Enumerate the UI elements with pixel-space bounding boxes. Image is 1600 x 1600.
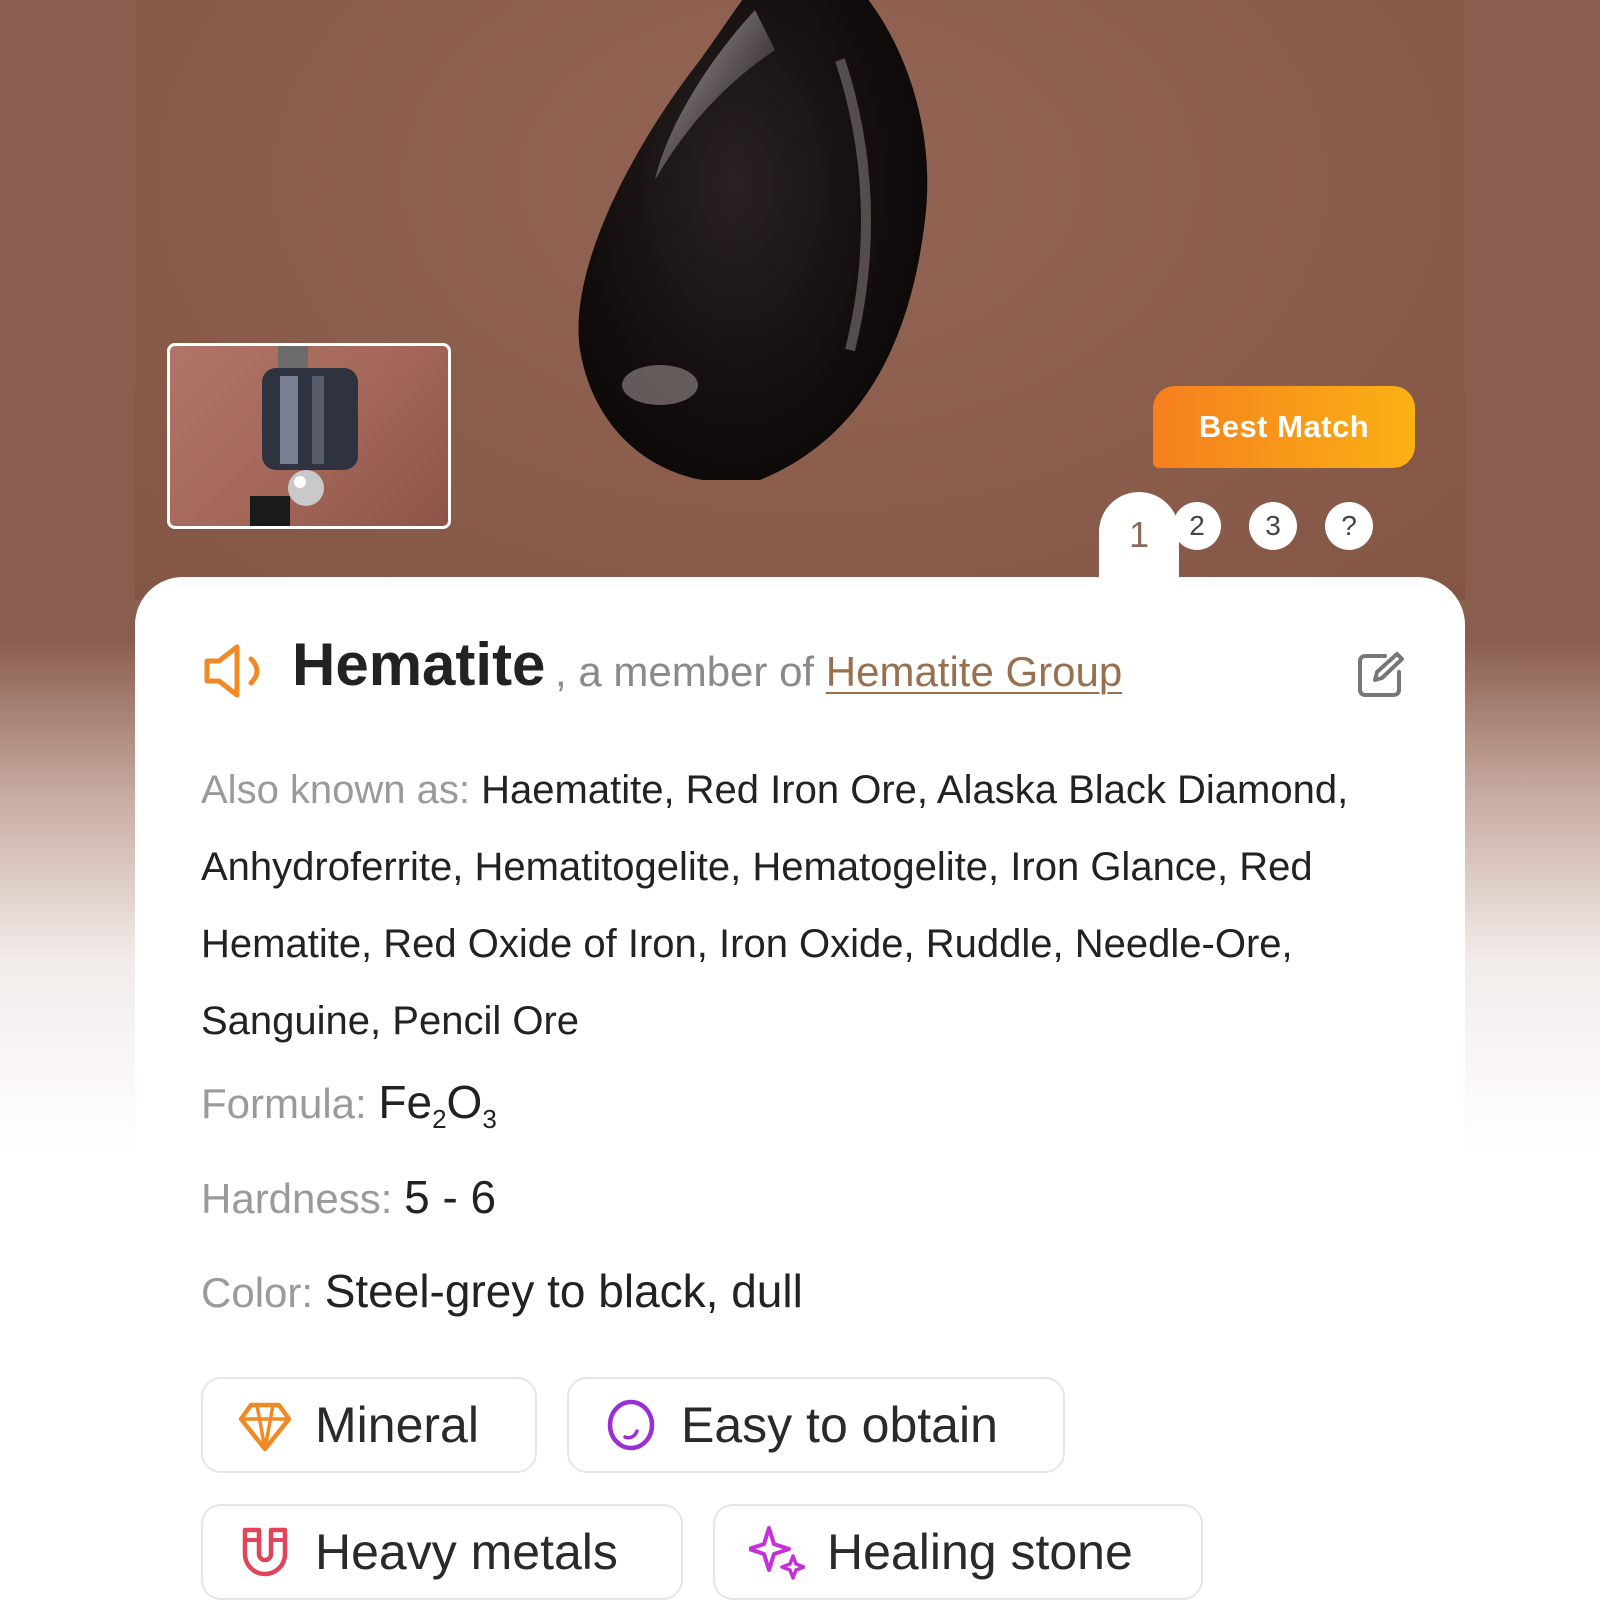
hematite-stone-image (578, 0, 928, 480)
hardness-value: 5 - 6 (404, 1171, 497, 1223)
uploaded-photo-thumbnail[interactable] (167, 343, 451, 529)
member-prefix: , a member of (555, 648, 826, 695)
page-2-tab[interactable]: 2 (1173, 502, 1221, 550)
crystal-icon (238, 1402, 292, 1452)
tag-label: Easy to obtain (681, 1397, 998, 1453)
tag-heavy-metals[interactable]: Heavy metals (201, 1504, 683, 1600)
tag-label: Heavy metals (315, 1524, 618, 1580)
best-match-badge: Best Match (1153, 386, 1415, 468)
speaker-icon[interactable] (201, 643, 273, 699)
page-1-tab[interactable]: 1 (1099, 505, 1179, 565)
magnet-icon (242, 1527, 288, 1577)
result-screen: Best Match 1 2 3 ? Hematite , a member o… (135, 0, 1465, 1600)
tag-label: Mineral (315, 1397, 479, 1453)
edit-icon[interactable] (1355, 650, 1405, 700)
bead-image (250, 346, 358, 526)
group-membership: , a member of Hematite Group (555, 648, 1122, 696)
page-unknown-tab[interactable]: ? (1325, 502, 1373, 550)
hardness-row: Hardness: 5 - 6 (201, 1170, 496, 1224)
sparkle-icon (749, 1526, 805, 1580)
also-known-as: Also known as: Haematite, Red Iron Ore, … (201, 752, 1401, 1060)
formula-value: Fe2O3 (378, 1076, 496, 1134)
mineral-name: Hematite (292, 631, 546, 698)
page-3-tab[interactable]: 3 (1249, 502, 1297, 550)
formula-element-fe: Fe (378, 1076, 433, 1128)
aka-label: Also known as: (201, 768, 482, 812)
hardness-label: Hardness: (201, 1175, 405, 1222)
formula-label: Formula: (201, 1080, 379, 1127)
specimen-photo[interactable]: Best Match 1 2 3 ? (135, 0, 1465, 612)
color-value: Steel-grey to black, dull (324, 1265, 803, 1317)
formula-subscript-2: 2 (432, 1104, 447, 1135)
color-row: Color: Steel-grey to black, dull (201, 1264, 803, 1318)
tag-label: Healing stone (827, 1524, 1133, 1580)
formula-row: Formula: Fe2O3 (201, 1075, 497, 1135)
formula-element-o: O (446, 1076, 483, 1128)
tag-healing-stone[interactable]: Healing stone (713, 1504, 1203, 1600)
color-label: Color: (201, 1269, 325, 1316)
formula-subscript-3: 3 (482, 1104, 497, 1135)
group-link[interactable]: Hematite Group (826, 648, 1122, 695)
tag-easy-to-obtain[interactable]: Easy to obtain (567, 1377, 1065, 1473)
tag-mineral[interactable]: Mineral (201, 1377, 537, 1473)
stone-icon (607, 1399, 655, 1451)
